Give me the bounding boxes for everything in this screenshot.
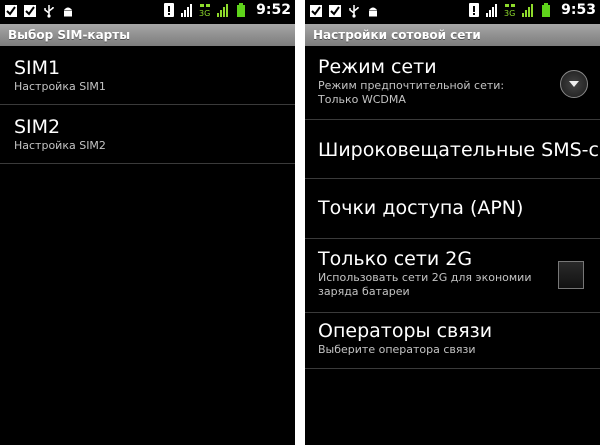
sim2-summary: Настройка SIM2 (14, 139, 106, 152)
network-mode-item[interactable]: Режим сети Режим предпочтительной сети: … (305, 46, 600, 120)
svg-text:3G: 3G (199, 9, 210, 17)
battery-icon (237, 3, 246, 17)
network-mode-summary-line2: Только WCDMA (318, 93, 406, 106)
sim1-title: SIM1 (14, 57, 61, 79)
alert-icon (164, 3, 175, 17)
broadcast-sms-title: Широковещательные SMS-с (318, 139, 599, 161)
apn-item[interactable]: Точки доступа (APN) (305, 179, 600, 239)
svg-text:3G: 3G (504, 9, 515, 17)
android-icon (64, 7, 72, 17)
page-title: Настройки сотовой сети (305, 24, 600, 46)
3g-data-icon: 3G (504, 4, 515, 17)
status-time: 9:52 (256, 2, 291, 18)
signal-icon (522, 4, 534, 17)
network-mode-title: Режим сети (318, 56, 437, 78)
android-icon (369, 7, 377, 17)
apn-title: Точки доступа (APN) (318, 197, 524, 219)
check-box-icon (310, 5, 322, 17)
list-item-sim2[interactable]: SIM2 Настройка SIM2 (0, 105, 295, 164)
only-2g-checkbox[interactable] (558, 261, 584, 289)
list-item-sim1[interactable]: SIM1 Настройка SIM1 (0, 46, 295, 105)
operators-item[interactable]: Операторы связи Выберите оператора связи (305, 313, 600, 369)
network-mode-summary-line1: Режим предпочтительной сети: (318, 79, 505, 92)
broadcast-sms-item[interactable]: Широковещательные SMS-с (305, 120, 600, 179)
status-bar: 3G 9:52 (0, 0, 295, 24)
operators-title: Операторы связи (318, 320, 493, 342)
sim2-title: SIM2 (14, 116, 61, 138)
usb-icon (349, 5, 359, 18)
status-time: 9:53 (561, 2, 596, 18)
3g-data-icon: 3G (199, 4, 210, 17)
status-bar: 3G 9:53 (305, 0, 600, 24)
operators-summary: Выберите оператора связи (318, 343, 476, 356)
signal-icon (181, 4, 193, 17)
check-box-icon (24, 5, 36, 17)
check-box-icon (5, 5, 17, 17)
alert-icon (469, 3, 480, 17)
sim1-summary: Настройка SIM1 (14, 80, 106, 93)
usb-icon (44, 5, 54, 18)
battery-icon (542, 3, 551, 17)
signal-icon (486, 4, 498, 17)
only-2g-item[interactable]: Только сети 2G Использовать сети 2G для … (305, 239, 600, 313)
check-box-icon (329, 5, 341, 17)
signal-icon (217, 4, 229, 17)
sim-selection-screen: 3G 9:52 Выбор SIM-карты SIM1 Настройка S… (0, 0, 295, 445)
chevron-down-icon (569, 81, 579, 87)
page-title: Выбор SIM-карты (0, 24, 295, 46)
mobile-network-settings-screen: 3G 9:53 Настройки сотовой сети Режим сет… (305, 0, 600, 445)
dropdown-button[interactable] (560, 70, 588, 98)
